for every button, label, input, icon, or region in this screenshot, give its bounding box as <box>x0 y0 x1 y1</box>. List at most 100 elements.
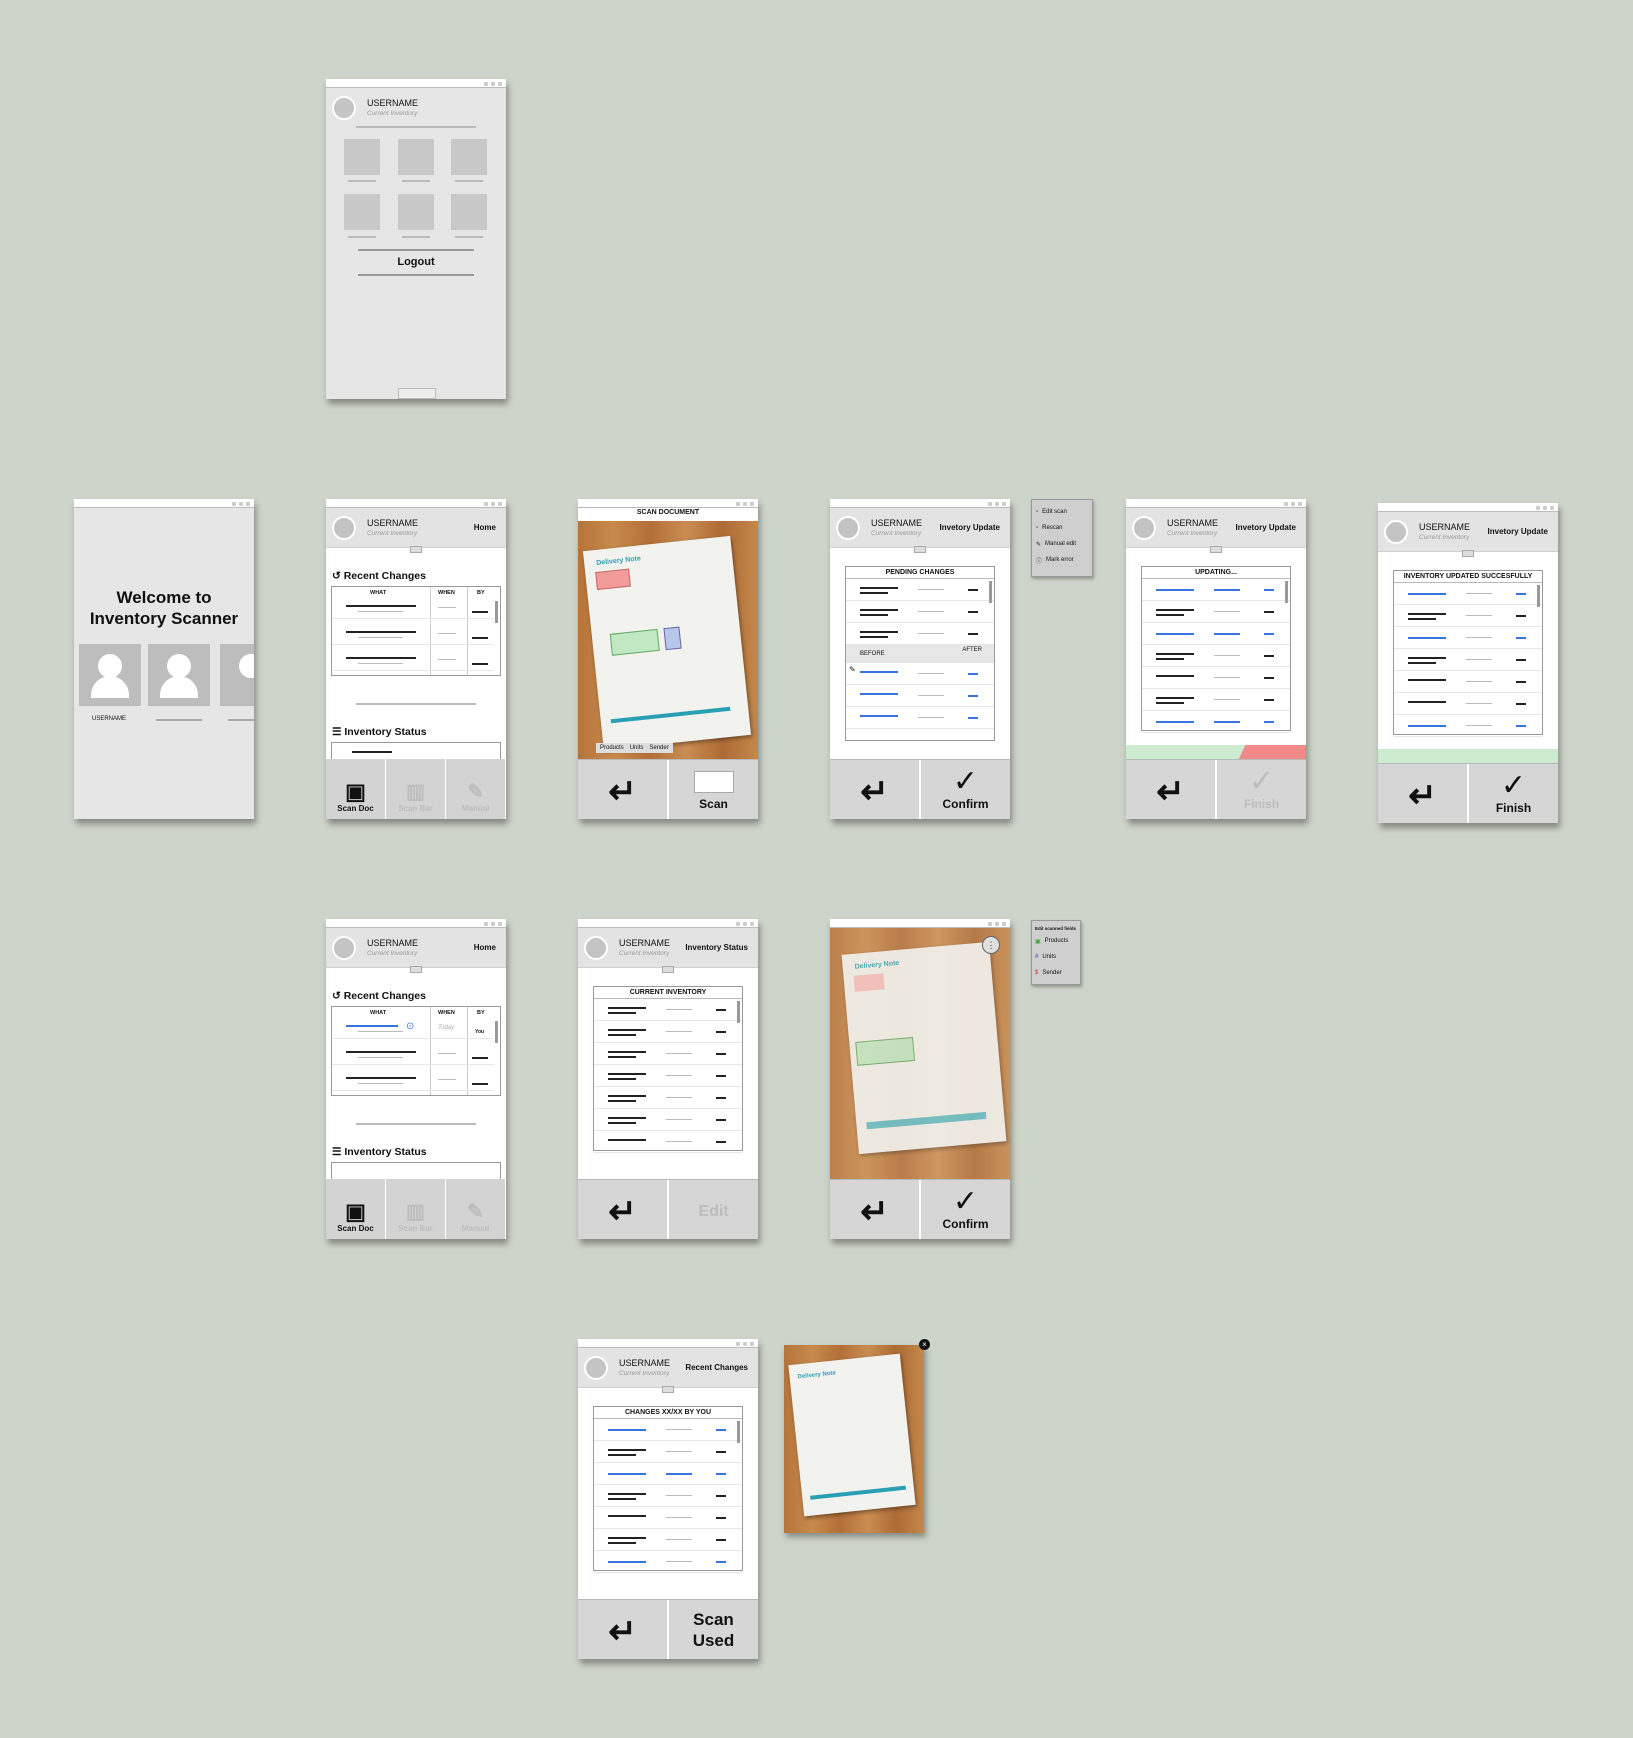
back-button[interactable]: ↵ <box>830 760 921 819</box>
scan-bar-button[interactable]: ▥ Scan Bar <box>386 759 446 819</box>
menu-tile[interactable] <box>344 139 380 175</box>
scan-doc-button[interactable]: ▣ Scan Doc <box>326 1179 386 1239</box>
table-row[interactable] <box>846 685 994 707</box>
table-row[interactable] <box>332 623 494 645</box>
back-button[interactable]: ↵ <box>578 1600 669 1659</box>
table-row[interactable] <box>594 1087 742 1109</box>
menu-tile[interactable] <box>398 194 434 230</box>
table-row[interactable] <box>594 1131 742 1153</box>
back-button[interactable]: ↵ <box>1378 764 1469 823</box>
confirm-button[interactable]: ✓ Confirm <box>921 1180 1010 1239</box>
back-button[interactable]: ↵ <box>1126 760 1217 819</box>
table-row[interactable] <box>594 1065 742 1087</box>
avatar[interactable] <box>332 936 356 960</box>
user-profile[interactable] <box>220 644 254 706</box>
grid-menu-icon[interactable]: ⋮ <box>982 936 1000 954</box>
scrollbar[interactable] <box>495 601 498 623</box>
recent-changes-table[interactable]: WHAT WHEN BY <box>331 586 501 676</box>
pending-changes-box[interactable]: PENDING CHANGES BEFORE AFTER ✎ <box>845 566 995 741</box>
scan-preview[interactable]: Delivery Note ⋮ <box>830 928 1010 1179</box>
menu-handle[interactable] <box>914 546 926 553</box>
products-item[interactable]: ▣ Products <box>1035 933 1077 949</box>
finish-button[interactable]: ✓ Finish <box>1217 760 1306 819</box>
updating-box[interactable]: UPDATING... <box>1141 566 1291 733</box>
menu-tile[interactable] <box>344 194 380 230</box>
manual-edit-item[interactable]: ✎ Manual edit <box>1036 536 1088 552</box>
menu-tile[interactable] <box>451 194 487 230</box>
menu-handle[interactable] <box>410 966 422 973</box>
menu-handle[interactable] <box>1210 546 1222 553</box>
menu-handle[interactable] <box>410 546 422 553</box>
products-highlight[interactable] <box>609 628 660 656</box>
chip-products[interactable]: Products <box>600 745 624 751</box>
scrollbar[interactable] <box>989 581 992 603</box>
scan-button[interactable]: Scan <box>669 760 758 819</box>
chip-sender[interactable]: Sender <box>649 745 668 751</box>
avatar[interactable] <box>584 936 608 960</box>
user-profile[interactable] <box>148 644 210 706</box>
manual-button[interactable]: ✎ Manual <box>446 759 506 819</box>
table-row[interactable] <box>594 1043 742 1065</box>
table-row[interactable] <box>846 623 994 645</box>
scrollbar[interactable] <box>737 1001 740 1023</box>
user-profile[interactable] <box>79 644 141 706</box>
scrollbar[interactable] <box>495 1021 498 1043</box>
table-row[interactable] <box>332 649 494 671</box>
table-row-new[interactable]: ⊙ Today You <box>332 1017 494 1039</box>
sender-highlight[interactable] <box>595 568 631 591</box>
table-row[interactable] <box>594 1109 742 1131</box>
collapse-handle[interactable] <box>398 388 436 399</box>
edit-scan-item[interactable]: ▫ Edit scan <box>1036 504 1088 520</box>
table-row[interactable] <box>594 999 742 1021</box>
avatar[interactable] <box>836 516 860 540</box>
table-row[interactable] <box>594 1021 742 1043</box>
mark-error-item[interactable]: ⓘ Mark error <box>1036 552 1088 568</box>
sender-item[interactable]: $ Sender <box>1035 965 1077 981</box>
finish-button[interactable]: ✓ Finish <box>1469 764 1558 823</box>
menu-handle[interactable] <box>662 1386 674 1393</box>
table-row[interactable]: ✎ <box>846 663 994 685</box>
avatar[interactable] <box>584 1356 608 1380</box>
recent-changes-table[interactable]: WHAT WHEN BY ⊙ Today You <box>331 1006 501 1096</box>
current-inventory-box[interactable]: CURRENT INVENTORY <box>593 986 743 1153</box>
table-row[interactable] <box>846 579 994 601</box>
avatar[interactable] <box>1384 520 1408 544</box>
menu-tile[interactable] <box>398 139 434 175</box>
manual-button[interactable]: ✎ Manual <box>446 1179 506 1239</box>
back-button[interactable]: ↵ <box>578 760 669 819</box>
scrollbar[interactable] <box>737 1421 740 1443</box>
success-box[interactable]: INVENTORY UPDATED SUCCESFULLY <box>1393 570 1543 737</box>
table-row[interactable] <box>846 707 994 729</box>
close-icon[interactable]: × <box>919 1339 930 1350</box>
units-item[interactable]: # Units <box>1035 949 1077 965</box>
scan-used-button[interactable]: Scan Used <box>669 1600 758 1659</box>
scan-bar-button[interactable]: ▥ Scan Bar <box>386 1179 446 1239</box>
logout-button[interactable]: Logout <box>326 256 506 268</box>
chip-units[interactable]: Units <box>630 745 644 751</box>
table-row[interactable] <box>846 601 994 623</box>
more-icon[interactable]: ⊙ <box>406 1021 414 1032</box>
scrollbar[interactable] <box>1285 581 1288 603</box>
back-button[interactable]: ↵ <box>830 1180 921 1239</box>
confirm-button[interactable]: ✓ Confirm <box>921 760 1010 819</box>
avatar[interactable] <box>1132 516 1156 540</box>
pencil-icon[interactable]: ✎ <box>849 665 856 674</box>
table-row[interactable] <box>332 1069 494 1091</box>
units-highlight[interactable] <box>663 626 682 651</box>
scan-doc-button[interactable]: ▣ Scan Doc <box>326 759 386 819</box>
table-row[interactable] <box>332 1043 494 1065</box>
rescan-item[interactable]: ▫ Rescan <box>1036 520 1088 536</box>
avatar[interactable] <box>332 96 356 120</box>
menu-tile[interactable] <box>451 139 487 175</box>
scan-used-preview[interactable]: Delivery Note × <box>784 1339 930 1533</box>
products-field-selected[interactable] <box>855 1036 916 1066</box>
menu-handle[interactable] <box>662 966 674 973</box>
edit-button[interactable]: Edit <box>669 1180 758 1239</box>
back-button[interactable]: ↵ <box>578 1180 669 1239</box>
sender-field[interactable] <box>853 973 885 992</box>
avatar[interactable] <box>332 516 356 540</box>
camera-view[interactable]: Delivery Note Products Units Sender <box>578 521 758 759</box>
changes-box[interactable]: CHANGES XX/XX BY YOU <box>593 1406 743 1573</box>
menu-handle[interactable] <box>1462 550 1474 557</box>
table-row[interactable] <box>332 597 494 619</box>
